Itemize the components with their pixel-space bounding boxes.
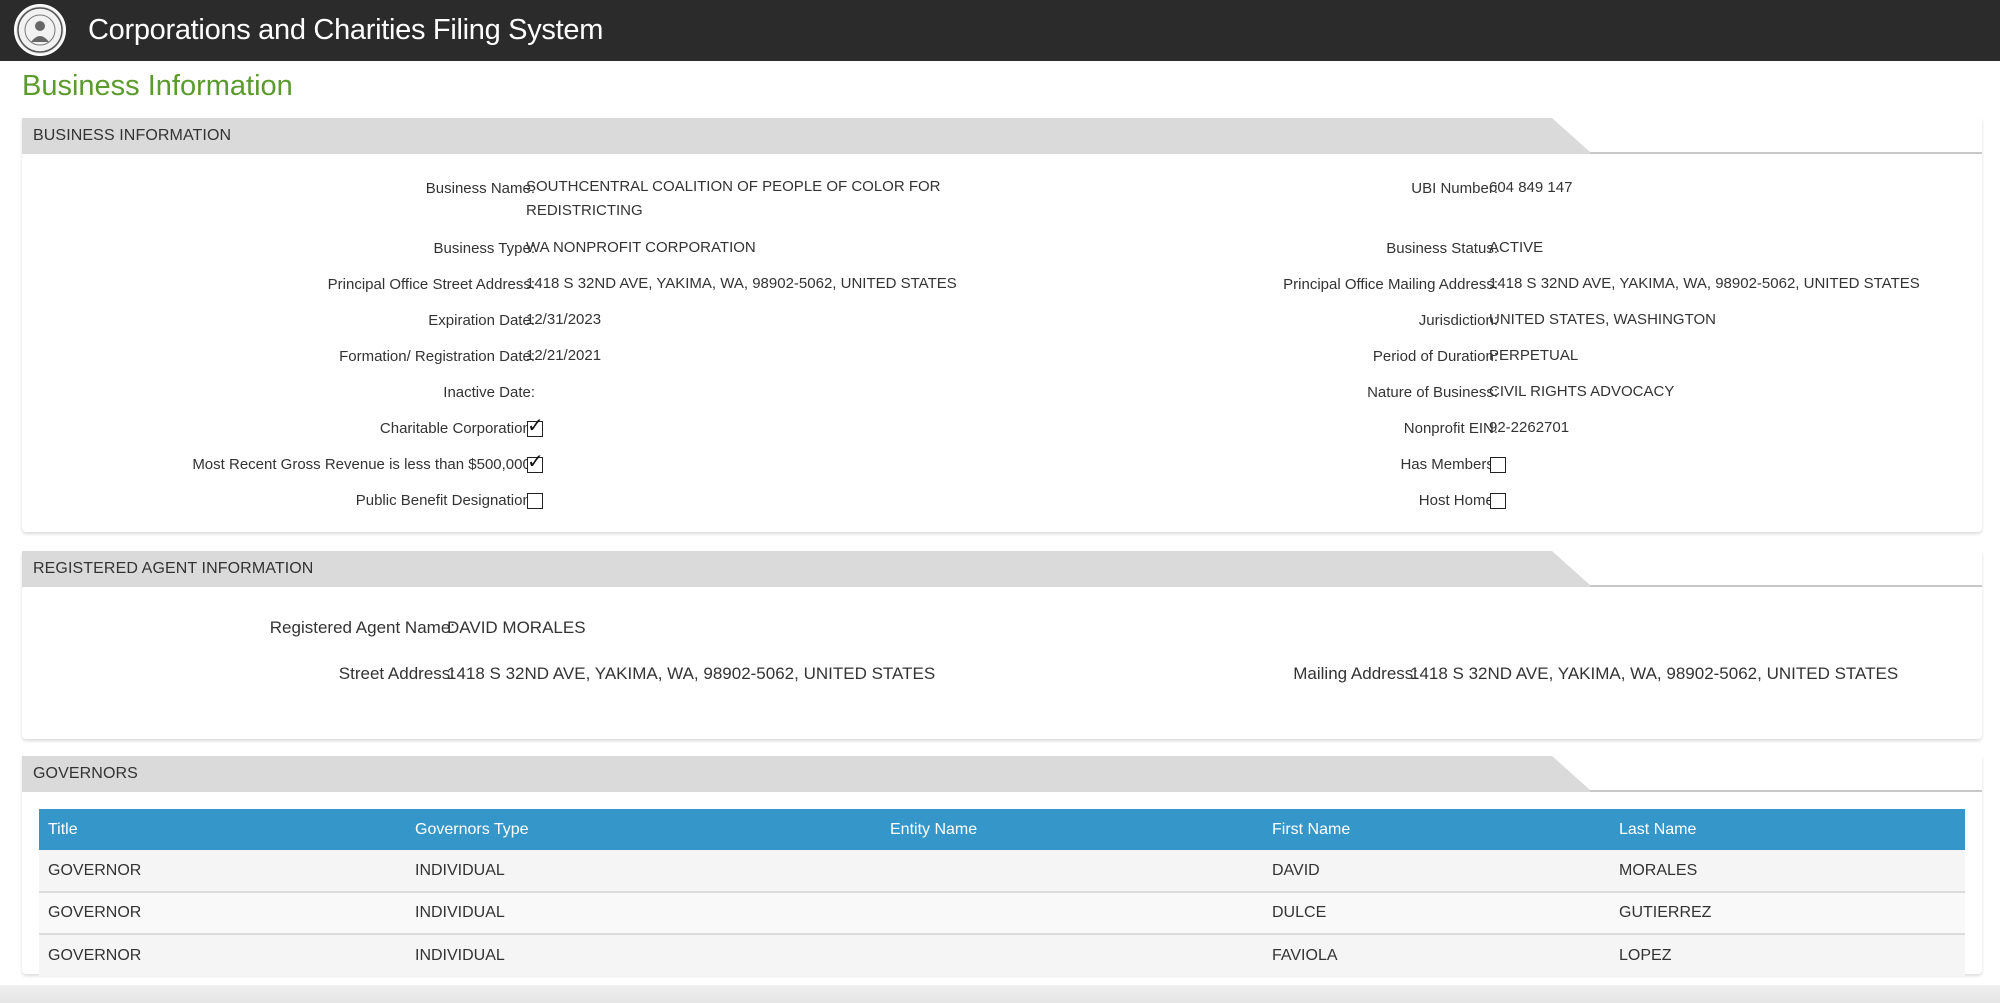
section-title: REGISTERED AGENT INFORMATION [33,560,314,577]
registered-agent-name-value: DAVID MORALES [447,618,586,637]
cell-title: GOVERNOR [39,892,406,935]
business-name-value: SOUTHCENTRAL COALITION OF PEOPLE OF COLO… [526,178,941,219]
period-of-duration-label: Period of Duration: [1372,348,1498,365]
section-tab-shape [22,756,1982,792]
ubi-number-label: UBI Number: [1411,180,1498,197]
business-type-label: Business Type: [433,240,535,257]
checkmark-icon: ✓ [527,449,544,473]
cell-entity-name [881,850,1263,893]
business-type-value: WA NONPROFIT CORPORATION [526,239,756,256]
business-name-label: Business Name: [425,180,535,197]
gross-revenue-label: Most Recent Gross Revenue is less than $… [192,456,535,473]
charitable-corporation-label: Charitable Corporation: [379,420,535,437]
section-title: BUSINESS INFORMATION [33,127,232,144]
table-row: GOVERNOR INDIVIDUAL DAVID MORALES [39,850,1965,893]
state-seal-icon[interactable] [14,4,66,56]
cell-first-name: DULCE [1263,892,1610,935]
business-status-value: ACTIVE [1489,239,1544,256]
section-header: BUSINESS INFORMATION [22,118,1982,155]
agent-street-address-value: 1418 S 32ND AVE, YAKIMA, WA, 98902-5062,… [447,664,936,683]
section-tab-shape [22,551,1982,587]
has-members-label: Has Members: [1400,456,1498,473]
nature-of-business-value: CIVIL RIGHTS ADVOCACY [1489,383,1675,400]
formation-date-value: 12/21/2021 [526,347,602,364]
table-row: GOVERNOR INDIVIDUAL DULCE GUTIERREZ [39,892,1965,935]
business-status-label: Business Status: [1386,240,1498,257]
principal-street-value: 1418 S 32ND AVE, YAKIMA, WA, 98902-5062,… [526,275,957,292]
charitable-corporation-checkbox: ✓ [527,415,544,437]
column-header-governors-type[interactable]: Governors Type [406,809,881,850]
nonprofit-ein-value: 92-2262701 [1489,419,1570,436]
cell-last-name: GUTIERREZ [1610,892,1965,935]
business-information-section: BUSINESS INFORMATION Business Name: SOUT… [22,118,1982,532]
jurisdiction-value: UNITED STATES, WASHINGTON [1489,311,1716,328]
ubi-number-value: 604 849 147 [1489,179,1573,196]
registered-agent-section: REGISTERED AGENT INFORMATION Registered … [22,551,1982,739]
public-benefit-checkbox [527,493,543,509]
governors-section: GOVERNORS Title Governors Type Entity Na… [22,756,1982,976]
mailing-address-label: Principal Office Mailing Address: [1283,276,1498,293]
expiration-date-label: Expiration Date: [428,312,535,329]
cell-title: GOVERNOR [39,934,406,976]
cell-last-name: LOPEZ [1610,934,1965,976]
cell-first-name: DAVID [1263,850,1610,893]
app-title: Corporations and Charities Filing System [88,14,604,46]
gross-revenue-checkbox: ✓ [527,451,544,473]
table-header-row: Title Governors Type Entity Name First N… [39,809,1965,850]
agent-mailing-address-label: Mailing Address: [1293,664,1418,683]
agent-street-address-label: Street Address: [338,664,455,683]
page-bottom-edge [0,985,2000,1003]
mailing-address-value: 1418 S 32ND AVE, YAKIMA, WA, 98902-5062,… [1489,275,1920,292]
period-of-duration-value: PERPETUAL [1489,347,1579,364]
has-members-checkbox [1490,457,1506,473]
section-title: GOVERNORS [33,765,138,782]
host-home-checkbox [1490,493,1506,509]
section-tab-shape [22,118,1982,154]
checkmark-icon: ✓ [527,413,544,437]
column-header-entity-name[interactable]: Entity Name [881,809,1263,850]
cell-entity-name [881,934,1263,976]
cell-governors-type: INDIVIDUAL [406,934,881,976]
principal-street-label: Principal Office Street Address: [327,276,535,293]
cell-entity-name [881,892,1263,935]
column-header-title[interactable]: Title [39,809,406,850]
cell-first-name: FAVIOLA [1263,934,1610,976]
inactive-date-label: Inactive Date: [443,384,535,401]
cell-last-name: MORALES [1610,850,1965,893]
cell-governors-type: INDIVIDUAL [406,850,881,893]
column-header-first-name[interactable]: First Name [1263,809,1610,850]
expiration-date-value: 12/31/2023 [526,311,602,328]
section-header: REGISTERED AGENT INFORMATION [22,551,1982,588]
agent-mailing-address-value: 1418 S 32ND AVE, YAKIMA, WA, 98902-5062,… [1410,664,1899,683]
nature-of-business-label: Nature of Business: [1367,384,1498,401]
host-home-label: Host Home: [1418,492,1498,509]
page-title: Business Information [22,70,293,102]
top-app-bar: Corporations and Charities Filing System [0,0,2000,61]
cell-governors-type: INDIVIDUAL [406,892,881,935]
public-benefit-label: Public Benefit Designation: [355,492,535,509]
cell-title: GOVERNOR [39,850,406,893]
section-header: GOVERNORS [22,756,1982,793]
governors-table: Title Governors Type Entity Name First N… [39,809,1965,976]
table-row: GOVERNOR INDIVIDUAL FAVIOLA LOPEZ [39,934,1965,976]
column-header-last-name[interactable]: Last Name [1610,809,1965,850]
registered-agent-name-label: Registered Agent Name: [269,618,455,637]
nonprofit-ein-label: Nonprofit EIN: [1403,420,1498,437]
jurisdiction-label: Jurisdiction: [1418,312,1498,329]
formation-date-label: Formation/ Registration Date: [339,348,535,365]
